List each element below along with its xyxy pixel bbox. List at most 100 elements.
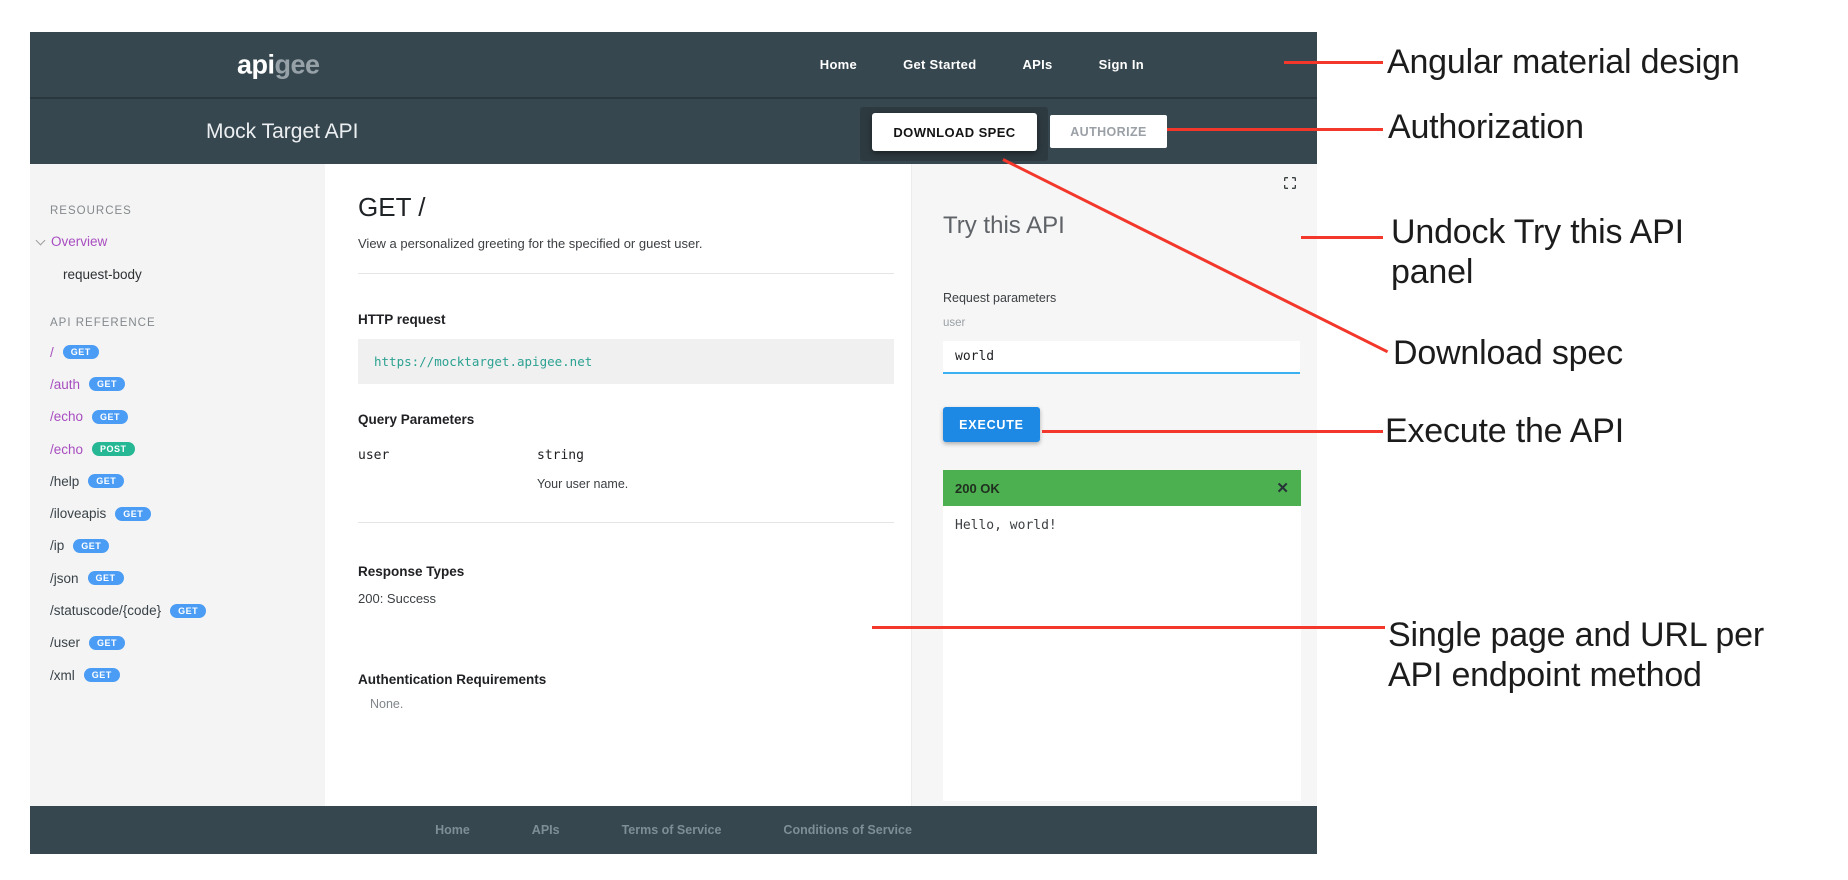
collapse-caret-icon <box>36 236 46 246</box>
authorize-button[interactable]: AUTHORIZE <box>1050 115 1167 148</box>
endpoint-path: / <box>50 345 54 360</box>
annotation-download-spec: Download spec <box>1393 333 1623 373</box>
method-badge: GET <box>84 668 120 682</box>
api-reference-header: API REFERENCE <box>50 316 315 330</box>
apigee-logo[interactable]: apigee <box>237 49 320 80</box>
apigee-portal-window: apigee Home Get Started APIs Sign In Moc… <box>30 32 1317 854</box>
parameter-type: string <box>537 448 584 464</box>
endpoint-heading: GET / <box>358 192 894 222</box>
footer-terms[interactable]: Terms of Service <box>622 823 722 837</box>
http-request-url[interactable]: https://mocktarget.apigee.net <box>358 339 894 384</box>
annotation-authorization: Authorization <box>1388 107 1584 147</box>
api-title-bar: Mock Target API DOWNLOAD SPEC AUTHORIZE <box>30 99 1317 164</box>
user-input[interactable]: world <box>943 341 1300 374</box>
sidebar-endpoint-item[interactable]: /echo GET <box>50 401 315 433</box>
request-parameters-label: Request parameters <box>943 291 1300 306</box>
annotation-angular-material: Angular material design <box>1387 42 1740 82</box>
nav-home[interactable]: Home <box>820 57 857 72</box>
sidebar-endpoint-item[interactable]: /echo POST <box>50 433 315 465</box>
endpoint-path: /help <box>50 474 79 489</box>
http-request-header: HTTP request <box>358 311 894 328</box>
response-status-bar: 200 OK ✕ <box>943 470 1301 506</box>
footer-conditions[interactable]: Conditions of Service <box>783 823 912 837</box>
endpoint-path: /xml <box>50 668 75 683</box>
response-status-text: 200 OK <box>955 481 1000 496</box>
callout-line-single-page <box>872 626 1385 629</box>
logo-gee: gee <box>275 49 320 79</box>
callout-line-authorization <box>1167 128 1383 131</box>
response-type-value: 200: Success <box>358 591 894 607</box>
endpoint-doc-panel: GET / View a personalized greeting for t… <box>325 164 911 806</box>
logo-api: api <box>237 49 275 79</box>
sidebar-item-overview[interactable]: Overview <box>50 234 315 250</box>
method-badge: GET <box>92 410 128 424</box>
response-body: Hello, world! <box>943 506 1301 801</box>
nav-apis[interactable]: APIs <box>1022 57 1052 72</box>
download-spec-button[interactable]: DOWNLOAD SPEC <box>872 113 1037 151</box>
undock-icon[interactable] <box>1282 175 1298 191</box>
endpoint-list: / GET /auth GET /echo GET <box>50 336 315 691</box>
endpoint-path: /ip <box>50 538 64 553</box>
callout-line-undock <box>1301 236 1383 239</box>
query-parameters-header: Query Parameters <box>358 411 894 428</box>
overview-link-label: Overview <box>51 234 107 250</box>
sidebar-endpoint-item[interactable]: / GET <box>50 336 315 368</box>
annotation-undock-panel: Undock Try this API panel <box>1391 212 1684 292</box>
resources-header: RESOURCES <box>50 204 315 218</box>
top-navbar: apigee Home Get Started APIs Sign In <box>30 32 1317 99</box>
page-title: Mock Target API <box>206 120 359 144</box>
sidebar-endpoint-item[interactable]: /xml GET <box>50 659 315 691</box>
sidebar-endpoint-item[interactable]: /statuscode/{code} GET <box>50 594 315 626</box>
sidebar-item-request-body[interactable]: request-body <box>63 267 315 283</box>
method-badge: GET <box>89 377 125 391</box>
endpoint-path: /json <box>50 571 79 586</box>
annotation-execute-api: Execute the API <box>1385 411 1624 451</box>
method-badge: GET <box>115 507 151 521</box>
screenshot-canvas: apigee Home Get Started APIs Sign In Moc… <box>0 0 1848 880</box>
response-types-header: Response Types <box>358 563 894 580</box>
method-badge: GET <box>73 539 109 553</box>
navbar-links: Home Get Started APIs Sign In <box>820 32 1144 97</box>
nav-get-started[interactable]: Get Started <box>903 57 976 72</box>
parameter-row: user string <box>358 448 894 464</box>
sidebar: RESOURCES Overview request-body API REFE… <box>30 164 325 806</box>
sidebar-endpoint-item[interactable]: /json GET <box>50 562 315 594</box>
endpoint-path: /statuscode/{code} <box>50 603 161 618</box>
footer-home[interactable]: Home <box>435 823 470 837</box>
method-badge: GET <box>63 345 99 359</box>
endpoint-path: /echo <box>50 442 83 457</box>
method-badge: GET <box>88 571 124 585</box>
endpoint-path: /user <box>50 635 80 650</box>
method-badge: GET <box>170 604 206 618</box>
divider <box>358 273 894 274</box>
callout-line-angular-material <box>1284 61 1383 64</box>
sidebar-endpoint-item[interactable]: /user GET <box>50 627 315 659</box>
divider <box>358 522 894 523</box>
nav-sign-in[interactable]: Sign In <box>1099 57 1144 72</box>
try-this-api-panel: Try this API Request parameters user wor… <box>911 164 1317 806</box>
auth-requirements-header: Authentication Requirements <box>358 671 894 688</box>
annotation-single-page: Single page and URL per API endpoint met… <box>1388 615 1764 695</box>
callout-line-execute <box>1042 430 1383 433</box>
endpoint-path: /echo <box>50 409 83 424</box>
auth-requirements-value: None. <box>370 697 894 712</box>
content-region: RESOURCES Overview request-body API REFE… <box>30 164 1317 806</box>
try-api-title: Try this API <box>943 210 1300 242</box>
endpoint-path: /iloveapis <box>50 506 106 521</box>
execute-button[interactable]: EXECUTE <box>943 407 1040 442</box>
endpoint-description: View a personalized greeting for the spe… <box>358 236 894 252</box>
sidebar-endpoint-item[interactable]: /auth GET <box>50 368 315 400</box>
sidebar-endpoint-item[interactable]: /help GET <box>50 465 315 497</box>
footer-bar: Home APIs Terms of Service Conditions of… <box>30 806 1317 854</box>
parameter-description: Your user name. <box>537 476 894 492</box>
sidebar-endpoint-item[interactable]: /iloveapis GET <box>50 497 315 529</box>
response-card: 200 OK ✕ Hello, world! <box>943 470 1301 801</box>
method-badge: GET <box>88 474 124 488</box>
user-field-label: user <box>943 317 1300 330</box>
method-badge: POST <box>92 442 135 456</box>
sidebar-endpoint-item[interactable]: /ip GET <box>50 530 315 562</box>
close-icon[interactable]: ✕ <box>1276 479 1289 497</box>
footer-apis[interactable]: APIs <box>532 823 560 837</box>
endpoint-path: /auth <box>50 377 80 392</box>
parameter-name: user <box>358 448 537 464</box>
